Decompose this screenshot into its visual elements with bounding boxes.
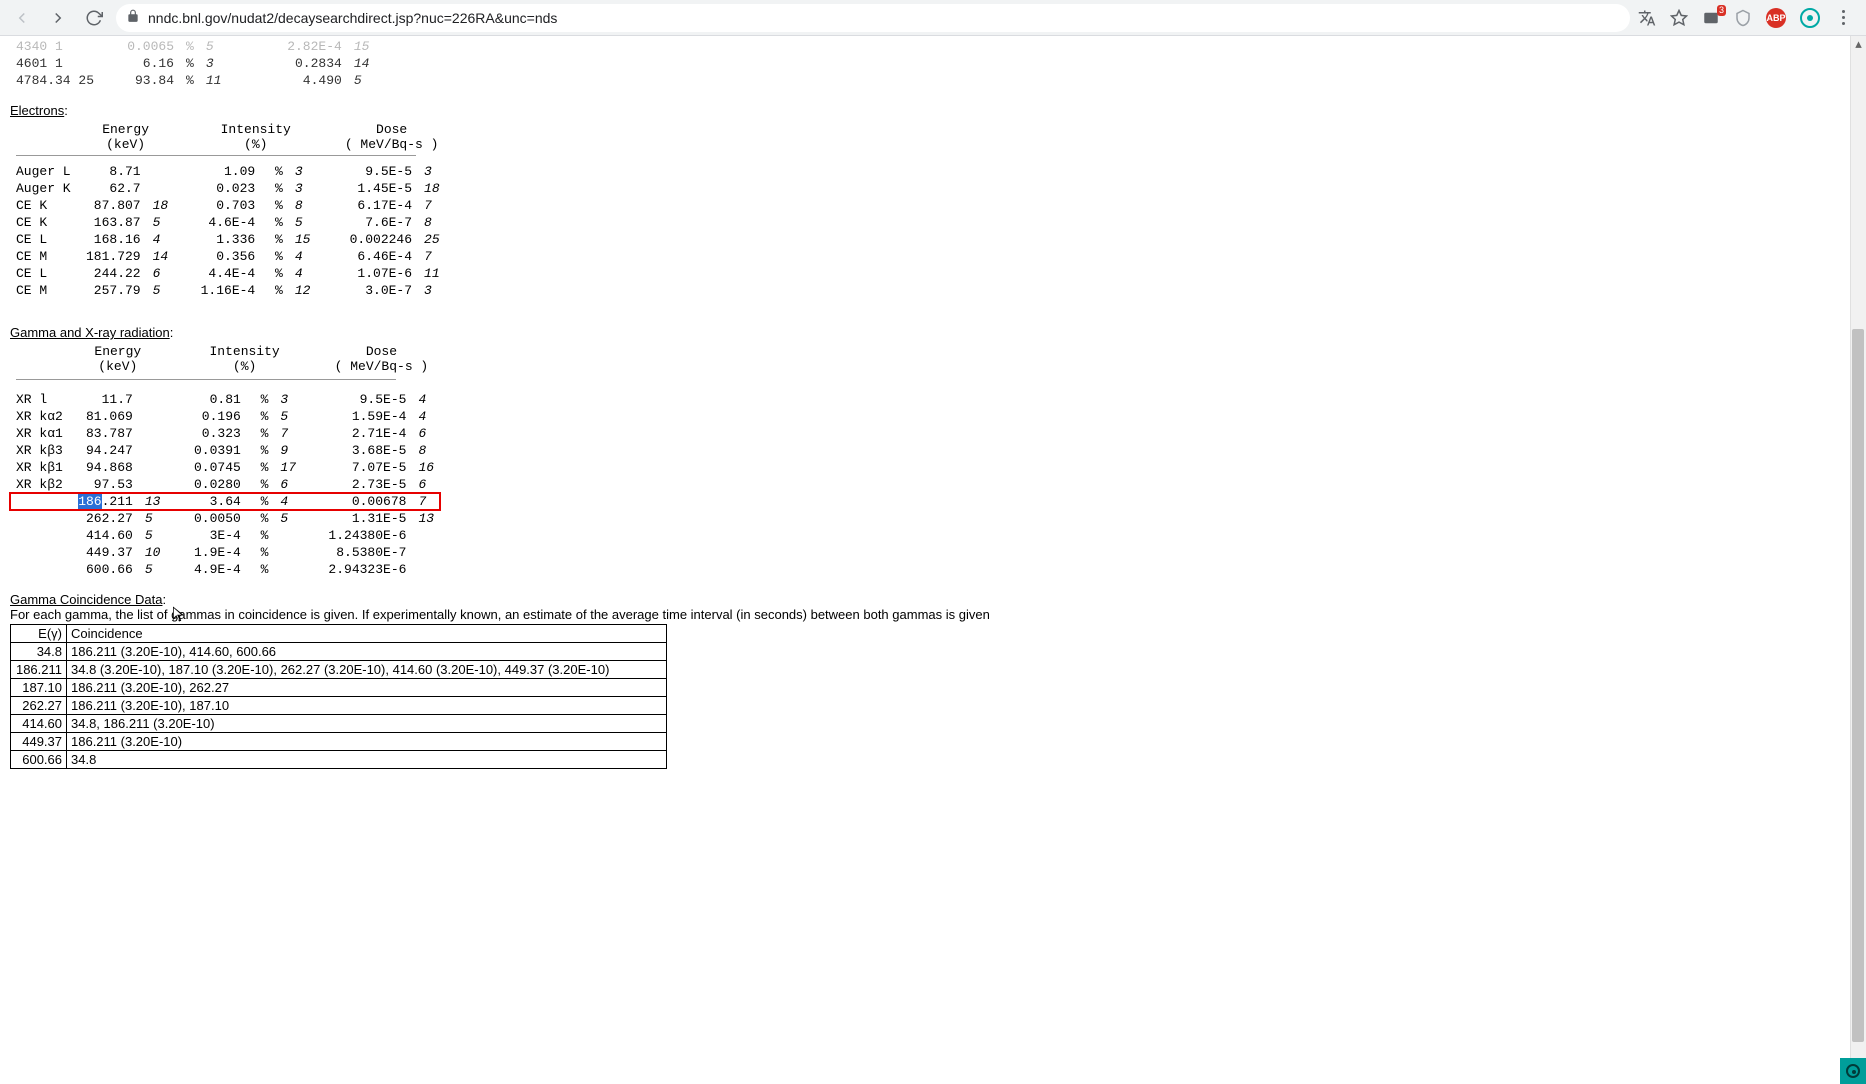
scroll-up-arrow-icon[interactable]: ▴	[1851, 36, 1866, 52]
table-row: 186.211133.64 %40.006787	[10, 493, 440, 510]
gcol-energy-header: Energy(keV)	[69, 342, 167, 376]
chrome-menu-icon[interactable]	[1834, 10, 1852, 25]
corner-widget-icon[interactable]	[1840, 1058, 1866, 1084]
alpha-table-partial: 4340 10.0065%52.82E-4154601 16.16%30.283…	[10, 38, 376, 89]
table-row: CE L244.2264.4E-4 %41.07E-611	[10, 265, 446, 282]
scroll-thumb[interactable]	[1852, 329, 1864, 1042]
table-row: 187.10186.211 (3.20E-10), 262.27	[11, 679, 667, 697]
table-row: CE L168.1641.336 %150.00224625	[10, 231, 446, 248]
table-row: CE K87.807180.703 %86.17E-47	[10, 197, 446, 214]
table-row: 34.8186.211 (3.20E-10), 414.60, 600.66	[11, 643, 667, 661]
page-viewport: 4340 10.0065%52.82E-4154601 16.16%30.283…	[0, 36, 1866, 1084]
coinc-col-egamma: E(γ)	[11, 625, 67, 643]
coinc-col-coincidence: Coincidence	[67, 625, 667, 643]
gcol-intensity-header: Intensity(%)	[187, 342, 303, 376]
extension-area: 3 ABP	[1638, 8, 1858, 28]
table-row: XR kβ394.2470.0391 %93.68E-58	[10, 442, 440, 459]
col-dose-header: Dose( MeV/Bq-s )	[337, 120, 447, 154]
table-row: 186.21134.8 (3.20E-10), 187.10 (3.20E-10…	[11, 661, 667, 679]
coincidence-heading: Gamma Coincidence Data	[10, 592, 162, 607]
table-row: 414.6053E-4 %1.24380E-6	[10, 527, 440, 544]
abp-icon[interactable]: ABP	[1766, 8, 1786, 28]
col-intensity-header: Intensity(%)	[195, 120, 317, 154]
back-button[interactable]	[8, 4, 36, 32]
table-row: XR kβ194.8680.0745 %177.07E-516	[10, 459, 440, 476]
profile-icon[interactable]	[1800, 8, 1820, 28]
gcol-dose-header: Dose( MeV/Bq-s )	[322, 342, 440, 376]
table-row: XR kβ297.530.0280 %62.73E-56	[10, 476, 440, 493]
col-energy-header: Energy(keV)	[77, 120, 175, 154]
table-row: 4340 10.0065%52.82E-415	[10, 38, 376, 55]
table-row: CE M181.729140.356 %46.46E-47	[10, 248, 446, 265]
address-bar[interactable]: nndc.bnl.gov/nudat2/decaysearchdirect.js…	[116, 4, 1630, 32]
electrons-heading: Electrons	[10, 103, 64, 118]
browser-toolbar: nndc.bnl.gov/nudat2/decaysearchdirect.js…	[0, 0, 1866, 36]
extension-badge: 3	[1717, 5, 1726, 16]
coincidence-table: E(γ) Coincidence 34.8186.211 (3.20E-10),…	[10, 624, 667, 769]
table-row: 262.2750.0050 %51.31E-513	[10, 510, 440, 527]
coincidence-desc: For each gamma, the list of gammas in co…	[10, 607, 1856, 622]
forward-button[interactable]	[44, 4, 72, 32]
table-row: 600.6634.8	[11, 751, 667, 769]
table-row: CE M257.7951.16E-4 %123.0E-73	[10, 282, 446, 299]
gammas-table: Energy(keV) Intensity(%) Dose( MeV/Bq-s …	[10, 342, 440, 578]
translate-icon[interactable]	[1638, 9, 1656, 27]
table-row: 600.6654.9E-4 %2.94323E-6	[10, 561, 440, 578]
lock-icon	[126, 9, 140, 26]
extension-icon[interactable]: 3	[1702, 9, 1720, 27]
vertical-scrollbar[interactable]: ▴ ▾	[1850, 36, 1866, 1084]
table-row: XR kα183.7870.323 %72.71E-46	[10, 425, 440, 442]
reload-button[interactable]	[80, 4, 108, 32]
table-row: Auger K62.70.023 %31.45E-518	[10, 180, 446, 197]
table-row: 262.27186.211 (3.20E-10), 187.10	[11, 697, 667, 715]
bookmark-star-icon[interactable]	[1670, 9, 1688, 27]
table-row: 449.37186.211 (3.20E-10)	[11, 733, 667, 751]
table-row: XR kα281.0690.196 %51.59E-44	[10, 408, 440, 425]
gammas-heading: Gamma and X-ray radiation	[10, 325, 170, 340]
table-row: 4601 16.16%30.283414	[10, 55, 376, 72]
electrons-table: Energy(keV) Intensity(%) Dose( MeV/Bq-s …	[10, 120, 446, 299]
table-row: 449.37101.9E-4 %8.5380E-7	[10, 544, 440, 561]
url-text: nndc.bnl.gov/nudat2/decaysearchdirect.js…	[148, 10, 557, 26]
table-row: XR l11.70.81 %39.5E-54	[10, 391, 440, 408]
table-row: Auger L8.711.09 %39.5E-53	[10, 163, 446, 180]
table-row: 4784.34 2593.84%114.4905	[10, 72, 376, 89]
table-row: 414.6034.8, 186.211 (3.20E-10)	[11, 715, 667, 733]
table-row: CE K163.8754.6E-4 %57.6E-78	[10, 214, 446, 231]
shield-icon[interactable]	[1734, 9, 1752, 27]
